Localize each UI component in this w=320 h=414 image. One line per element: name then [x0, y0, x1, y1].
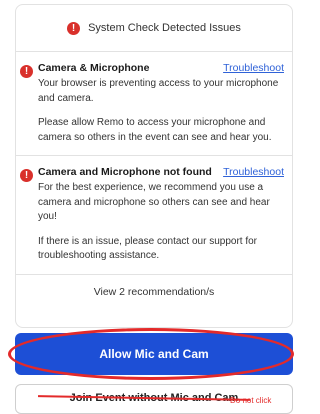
- do-not-click-annotation: Do not click: [230, 396, 272, 405]
- issue-item: ! Camera and Microphone not found Troubl…: [16, 156, 292, 275]
- troubleshoot-link[interactable]: Troubleshoot: [223, 62, 284, 74]
- panel-title: System Check Detected Issues: [88, 22, 241, 34]
- issue-item: ! Camera & Microphone Troubleshoot Your …: [16, 52, 292, 156]
- issue-description: Your browser is preventing access to you…: [38, 77, 284, 145]
- panel-header: ! System Check Detected Issues: [16, 5, 292, 52]
- issue-text: For the best experience, we recommend yo…: [38, 182, 270, 222]
- issue-title: Camera and Microphone not found: [38, 166, 212, 178]
- view-recommendations-button[interactable]: View 2 recommendation/s: [16, 275, 292, 309]
- system-check-panel: ! System Check Detected Issues ! Camera …: [15, 4, 293, 328]
- error-icon: !: [20, 65, 33, 78]
- troubleshoot-link[interactable]: Troubleshoot: [223, 166, 284, 178]
- error-icon: !: [67, 21, 81, 35]
- issue-title: Camera & Microphone: [38, 62, 150, 74]
- issue-text: Your browser is preventing access to you…: [38, 78, 279, 104]
- issue-text: If there is an issue, please contact our…: [38, 235, 258, 262]
- allow-mic-and-cam-button[interactable]: Allow Mic and Cam: [15, 333, 293, 375]
- issue-text: Please allow Remo to access your microph…: [38, 117, 272, 143]
- error-icon: !: [20, 169, 33, 182]
- issue-description: For the best experience, we recommend yo…: [38, 181, 284, 264]
